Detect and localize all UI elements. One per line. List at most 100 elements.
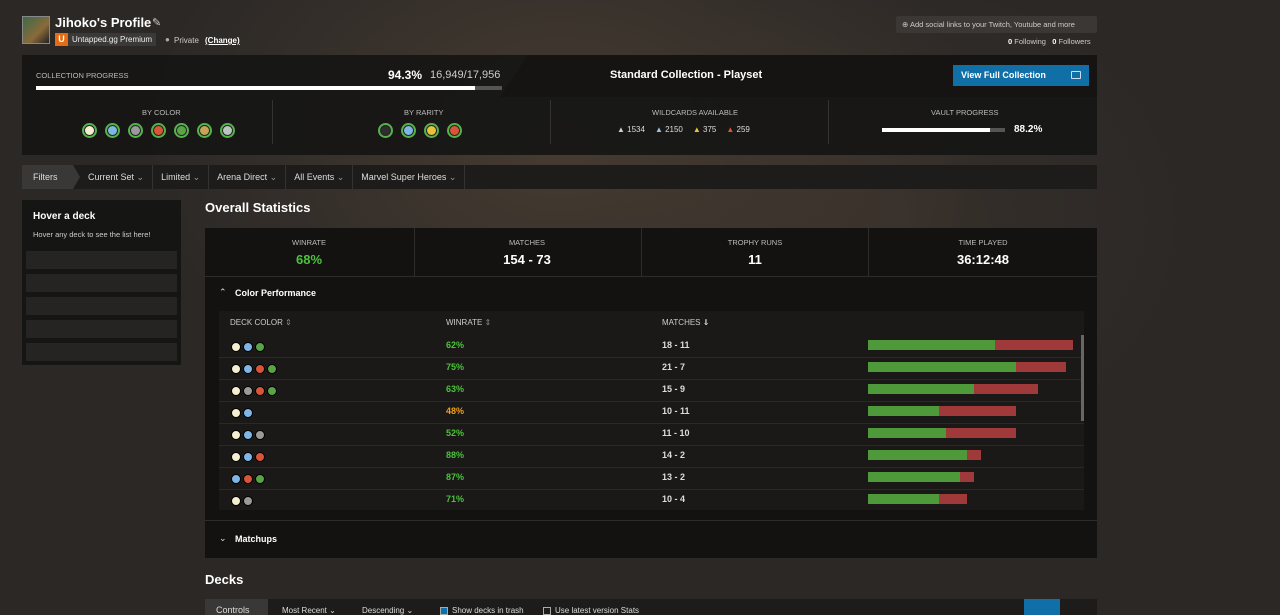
divider <box>641 228 642 276</box>
mana-pip-icon <box>243 342 253 352</box>
sort-icon: ⇕ <box>285 318 292 327</box>
row-win-bar <box>868 494 939 504</box>
row-loss-bar <box>945 428 1017 438</box>
add-social-links-button[interactable]: ⊕ Add social links to your Twitch, Youtu… <box>896 16 1097 33</box>
row-divider <box>219 357 1084 358</box>
filter-dropdown-2[interactable]: Arena Direct ⌄ <box>209 165 287 189</box>
mana-pip-icon <box>255 364 265 374</box>
show-trash-checkbox[interactable]: Show decks in trash <box>440 599 524 615</box>
row-win-bar <box>868 384 975 394</box>
filter-dropdown-3[interactable]: All Events ⌄ <box>286 165 354 189</box>
avatar[interactable] <box>22 16 50 44</box>
wildcard-count: ▲ 259 <box>726 125 750 134</box>
view-full-collection-button[interactable]: View Full Collection <box>953 65 1089 86</box>
row-matches: 15 - 9 <box>662 384 686 394</box>
chevron-down-icon[interactable]: ⌄ <box>219 533 227 544</box>
chevron-down-icon: ⌄ <box>329 606 336 615</box>
rarity-symbol <box>381 126 390 135</box>
row-winrate: 62% <box>446 340 465 350</box>
wildcard-count: ▲ 375 <box>693 125 717 134</box>
row-winrate: 48% <box>446 406 465 416</box>
premium-badge: Untapped.gg Premium <box>68 33 157 46</box>
row-matches: 18 - 11 <box>662 340 690 350</box>
column-winrate[interactable]: WINRATE ⇕ <box>446 318 491 327</box>
follow-counts: 0 Following 0 Followers <box>1008 37 1091 46</box>
mana-pip-icon <box>255 386 265 396</box>
row-winrate: 63% <box>446 384 465 394</box>
by-color-label: BY COLOR <box>142 108 181 117</box>
rarity-icons <box>378 123 462 138</box>
order-dropdown[interactable]: Descending ⌄ <box>362 599 413 615</box>
stat-matches-value: 154 - 73 <box>503 252 551 267</box>
mana-color-icon <box>105 123 120 138</box>
row-matches: 21 - 7 <box>662 362 686 372</box>
row-deck-colors <box>231 361 279 379</box>
column-matches[interactable]: MATCHES ⇓ <box>662 318 709 327</box>
row-matches: 10 - 11 <box>662 406 690 416</box>
table-scrollbar[interactable] <box>1081 335 1084 421</box>
by-rarity-label: BY RARITY <box>404 108 444 117</box>
wildcard-value: 2150 <box>665 125 683 134</box>
checkbox-icon <box>543 606 551 615</box>
standard-collection-title: Standard Collection - Playset <box>610 69 763 81</box>
edit-pencil-icon[interactable]: ✎ <box>152 16 161 29</box>
mana-pip-icon <box>231 474 241 484</box>
chevron-down-icon: ⌄ <box>334 172 345 182</box>
change-privacy-link[interactable]: (Change) <box>205 36 240 45</box>
mana-color-icon <box>174 123 189 138</box>
chevron-down-icon: ⌄ <box>190 172 201 182</box>
show-trash-label: Show decks in trash <box>452 606 524 615</box>
column-matches-label: MATCHES <box>662 318 701 327</box>
filter-dropdown-0[interactable]: Current Set ⌄ <box>80 165 154 189</box>
row-loss-bar <box>995 340 1073 350</box>
row-deck-colors <box>231 339 267 357</box>
mana-pip-icon <box>231 408 241 418</box>
row-win-bar <box>868 450 967 460</box>
followers-link[interactable]: Followers <box>1058 37 1090 46</box>
row-matches: 11 - 10 <box>662 428 690 438</box>
filter-label: Marvel Super Heroes <box>361 172 447 182</box>
row-deck-colors <box>231 427 267 445</box>
controls-label: Controls <box>205 599 268 615</box>
mana-pip-icon <box>243 452 253 462</box>
following-link[interactable]: Following <box>1014 37 1046 46</box>
wildcards-label: WILDCARDS AVAILABLE <box>652 108 739 117</box>
chevron-up-icon[interactable]: ⌃ <box>219 287 227 298</box>
grid-view-button[interactable] <box>1024 599 1060 615</box>
color-performance-toggle[interactable]: Color Performance <box>235 288 316 298</box>
filter-dropdown-4[interactable]: Marvel Super Heroes ⌄ <box>353 165 466 189</box>
divider <box>828 100 829 144</box>
collection-percent: 94.3% <box>388 68 423 82</box>
mana-pip-icon <box>255 342 265 352</box>
row-deck-colors <box>231 405 255 423</box>
filter-label: Current Set <box>88 172 135 182</box>
mana-pip-icon <box>243 386 253 396</box>
column-deck-color[interactable]: DECK COLOR ⇕ <box>230 318 292 327</box>
rarity-icon <box>447 123 462 138</box>
mana-pip-icon <box>255 452 265 462</box>
filter-dropdown-1[interactable]: Limited ⌄ <box>153 165 210 189</box>
row-loss-bar <box>938 406 1017 416</box>
rarity-symbol <box>427 126 436 135</box>
wildcard-icon: ▲ <box>726 125 737 134</box>
mana-symbol <box>223 126 232 135</box>
row-winrate: 52% <box>446 428 465 438</box>
matchups-toggle[interactable]: Matchups <box>235 534 277 544</box>
deck-placeholder <box>26 320 177 338</box>
mana-color-icon <box>220 123 235 138</box>
stat-winrate-label: WINRATE <box>291 238 327 247</box>
latest-version-checkbox[interactable]: Use latest version Stats <box>543 599 639 615</box>
chevron-down-icon: ⌄ <box>446 172 457 182</box>
wildcard-icon: ▲ <box>654 125 666 134</box>
social-links-label: Add social links to your Twitch, Youtube… <box>909 20 1075 29</box>
wildcard-counts: ▲ 1534 ▲ 2150 ▲ 375 ▲ 259 <box>617 125 750 134</box>
list-view-button[interactable] <box>1066 599 1090 615</box>
mana-pip-icon <box>231 342 241 352</box>
mana-pip-icon <box>231 430 241 440</box>
sort-dropdown[interactable]: Most Recent ⌄ <box>282 599 336 615</box>
decks-title: Decks <box>205 572 244 587</box>
deck-placeholder <box>26 274 177 292</box>
overall-statistics-title: Overall Statistics <box>205 200 311 215</box>
hover-deck-title: Hover a deck <box>33 211 96 222</box>
row-matches: 14 - 2 <box>662 450 686 460</box>
